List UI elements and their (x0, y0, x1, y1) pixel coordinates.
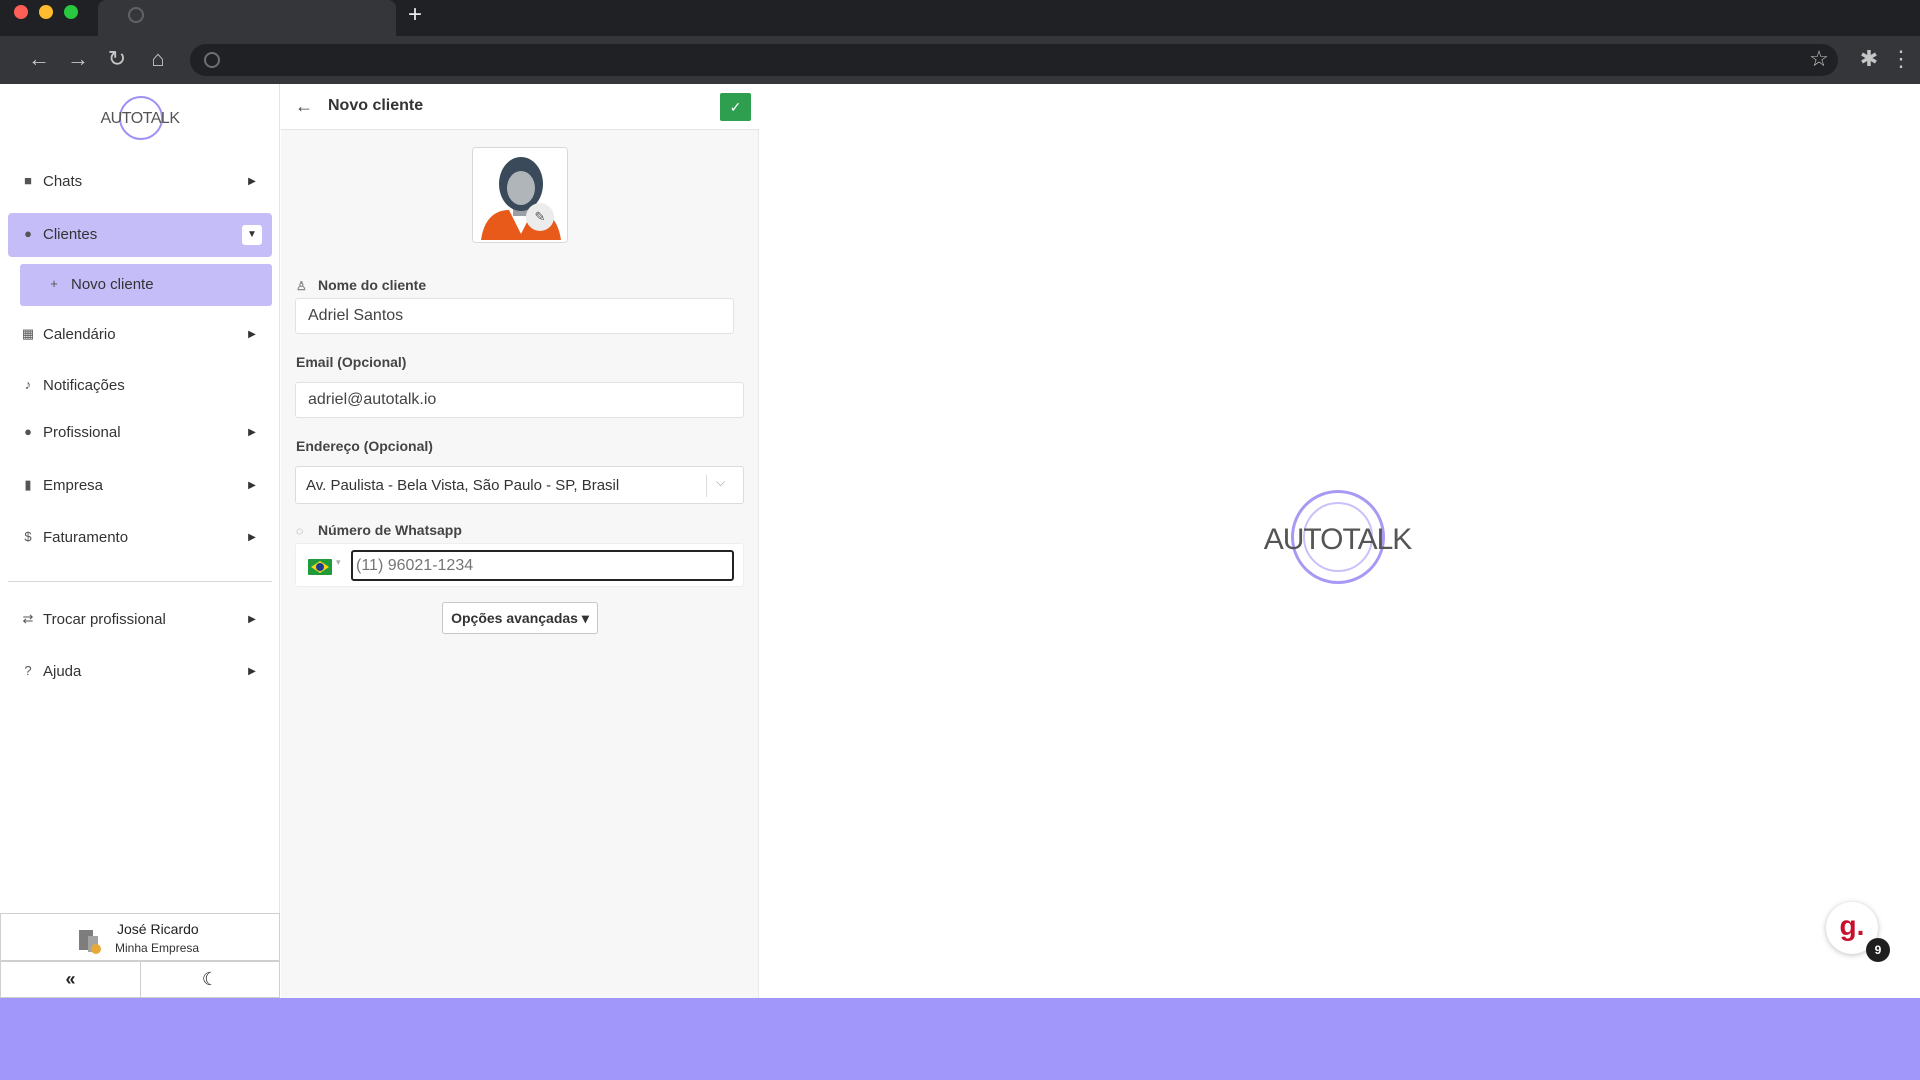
brazil-flag-icon[interactable] (308, 559, 332, 575)
extensions-icon[interactable]: ✱ (1856, 46, 1882, 72)
sidebar-item-label: Notificações (43, 377, 125, 394)
sidebar-item-clientes[interactable]: ● Clientes ▼ (8, 213, 272, 257)
email-field[interactable]: adriel@autotalk.io (295, 382, 744, 418)
chevron-right-icon[interactable]: ▶ (242, 172, 262, 192)
sidebar-item-label: Ajuda (43, 663, 82, 680)
sidebar-item-label: Faturamento (43, 529, 129, 546)
forward-icon[interactable]: → (65, 46, 91, 72)
whatsapp-label: ◌ Número de Whatsapp (296, 522, 462, 538)
sidebar-item-label: Calendário (43, 326, 116, 343)
collapse-sidebar-button[interactable]: « (0, 961, 141, 998)
help-icon: ? (24, 663, 32, 678)
sidebar-item-chats[interactable]: ■ Chats ▶ (8, 160, 272, 204)
chevron-down-icon[interactable]: ▼ (242, 225, 262, 245)
save-button[interactable]: ✓ (720, 93, 751, 121)
select-separator (706, 475, 707, 497)
user-name: José Ricardo (117, 921, 199, 937)
sidebar-item-profissional[interactable]: ● Profissional ▶ (8, 411, 272, 455)
tab-globe-icon (128, 7, 144, 23)
new-tab-button[interactable]: + (408, 3, 422, 27)
name-label: ♙ Nome do cliente (296, 277, 427, 293)
dark-mode-toggle[interactable]: ☾ (140, 961, 280, 998)
chevron-right-icon[interactable]: ▶ (242, 325, 262, 345)
bell-icon: ♪ (24, 377, 32, 392)
client-name-field[interactable]: Adriel Santos (295, 298, 734, 334)
users-icon: ● (24, 226, 32, 241)
sidebar-item-label: Chats (43, 173, 83, 190)
sidebar-subitem-novo-cliente[interactable]: + Novo cliente (20, 264, 272, 306)
browser-toolbar: ← → ↻ ⌂ ☆ ✱ ⋮ (0, 36, 1920, 84)
sidebar-item-label: Novo cliente (71, 276, 154, 293)
panel-header: ← Novo cliente ✓ (281, 84, 759, 130)
bookmark-star-icon[interactable]: ☆ (1806, 46, 1832, 72)
back-icon[interactable]: ← (26, 46, 52, 72)
address-select[interactable]: Av. Paulista - Bela Vista, São Paulo - S… (295, 466, 744, 504)
sidebar-divider (8, 581, 272, 582)
address-bar[interactable] (190, 44, 1838, 76)
page-title: Novo cliente (328, 97, 424, 114)
edit-pencil-icon[interactable]: ✎ (526, 203, 554, 231)
chat-icon: ■ (24, 173, 32, 188)
whatsapp-icon: ◌ (296, 524, 304, 538)
notification-badge: 9 (1866, 938, 1890, 962)
sidebar-item-trocar-profissional[interactable]: ⇄ Trocar profissional ▶ (8, 598, 272, 642)
sidebar-item-faturamento[interactable]: $ Faturamento ▶ (8, 516, 272, 560)
sidebar-item-label: Profissional (43, 424, 121, 441)
chevron-down-icon[interactable]: ⌵ (716, 475, 725, 490)
chevron-right-icon[interactable]: ▶ (242, 528, 262, 548)
avatar-placeholder-icon (473, 148, 567, 242)
new-client-panel: ← Novo cliente ✓ ✎ ♙ Nome do cliente Adri… (281, 84, 759, 998)
chevron-right-icon[interactable]: ▶ (242, 476, 262, 496)
autotalk-main-logo: AUTOTALK (1255, 490, 1420, 590)
user-company: Minha Empresa (115, 941, 200, 955)
current-user-card[interactable]: José Ricardo Minha Empresa (0, 913, 280, 961)
bottom-accent-band (0, 998, 1920, 1080)
user-icon: ♙ (296, 279, 307, 293)
email-label: Email (Opcional) (296, 354, 407, 370)
dollar-icon: $ (24, 529, 32, 544)
sidebar-item-label: Trocar profissional (43, 611, 166, 628)
home-icon[interactable]: ⌂ (145, 46, 171, 72)
autotalk-logo[interactable]: AUTOTALK (95, 90, 185, 146)
address-value: Av. Paulista - Bela Vista, São Paulo - S… (306, 477, 620, 494)
whatsapp-phone-field: ▾ (295, 543, 744, 587)
sidebar: AUTOTALK ■ Chats ▶ ● Clientes ▼ + Novo c… (0, 84, 280, 998)
sidebar-item-empresa[interactable]: ▮ Empresa ▶ (8, 464, 272, 508)
site-info-icon[interactable] (204, 52, 220, 68)
browser-tab-bar: + (0, 0, 1920, 36)
close-window-button[interactable] (14, 5, 28, 19)
country-dropdown-icon[interactable]: ▾ (336, 557, 341, 568)
sidebar-item-notificacoes[interactable]: ♪ Notificações (8, 364, 272, 408)
sidebar-item-calendario[interactable]: ▦ Calendário ▶ (8, 313, 272, 357)
client-avatar[interactable]: ✎ (472, 147, 568, 243)
building-icon: ▮ (24, 477, 32, 492)
address-label: Endereço (Opcional) (296, 438, 433, 454)
sidebar-item-ajuda[interactable]: ? Ajuda ▶ (8, 650, 272, 694)
sidebar-item-label: Clientes (43, 226, 98, 243)
company-building-icon (79, 928, 101, 954)
chevron-right-icon[interactable]: ▶ (242, 423, 262, 443)
phone-input[interactable] (351, 550, 734, 581)
sidebar-item-label: Empresa (43, 477, 104, 494)
maximize-window-button[interactable] (64, 5, 78, 19)
switch-user-icon: ⇄ (22, 611, 34, 626)
user-plus-icon: + (50, 276, 58, 291)
professional-icon: ● (24, 424, 32, 439)
advanced-options-button[interactable]: Opções avançadas ▾ (442, 602, 598, 634)
back-arrow-icon[interactable]: ← (295, 96, 313, 117)
minimize-window-button[interactable] (39, 5, 53, 19)
chevron-right-icon[interactable]: ▶ (242, 662, 262, 682)
calendar-icon: ▦ (21, 326, 35, 341)
reload-icon[interactable]: ↻ (104, 46, 130, 72)
browser-menu-icon[interactable]: ⋮ (1888, 46, 1914, 72)
chevron-right-icon[interactable]: ▶ (242, 610, 262, 630)
